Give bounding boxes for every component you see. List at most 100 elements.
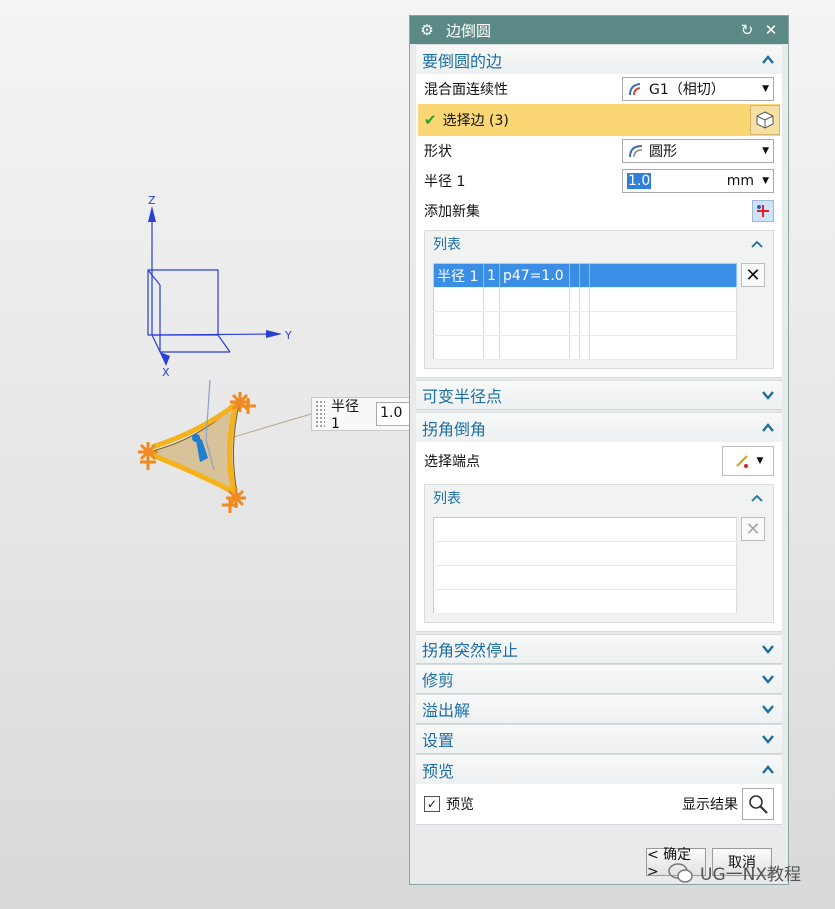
z-axis-label: Z — [148, 194, 156, 207]
add-new-set-button[interactable] — [752, 200, 774, 222]
section-corner-title: 拐角倒角 — [422, 419, 487, 439]
callout-label: 半径 1 — [330, 399, 359, 432]
select-edge-row[interactable]: ✔ 选择边 (3) — [418, 104, 780, 136]
preview-checkbox-label[interactable]: 预览 — [446, 794, 682, 814]
section-preview-header[interactable]: 预览 — [416, 754, 782, 784]
chevron-down-icon[interactable] — [760, 641, 776, 657]
table-row[interactable]: 半径 1 1 p47=1.0 — [433, 263, 737, 288]
edge-set-list-header[interactable]: 列表 — [425, 231, 773, 257]
section-variable-radius[interactable]: 可变半径点 — [416, 380, 782, 410]
preview-checkbox[interactable]: ✓ — [424, 796, 440, 812]
select-edge-label: 选择边 (3) — [442, 113, 509, 129]
chevron-down-icon[interactable] — [760, 387, 776, 403]
endpoint-pick-icon — [735, 455, 748, 468]
caret-down-icon: ▼ — [762, 146, 769, 156]
drag-grip-icon[interactable] — [315, 400, 325, 428]
select-endpoint-row: 选择端点 ▼ — [416, 442, 782, 480]
section-overflow-title: 溢出解 — [422, 701, 471, 720]
close-icon[interactable]: ✕ — [762, 21, 780, 39]
section-variable-title: 可变半径点 — [422, 387, 503, 406]
add-set-label: 添加新集 — [424, 204, 480, 220]
dialog-titlebar[interactable]: ⚙ 边倒圆 ↻ ✕ — [410, 16, 788, 44]
fillet-body — [146, 379, 241, 498]
z-axis-arrow — [148, 206, 156, 222]
callout-radius-input[interactable]: 1.0 — [376, 402, 410, 426]
close-icon: ✕ — [745, 518, 761, 540]
chevron-down-icon[interactable] — [760, 731, 776, 747]
list-title: 列表 — [433, 237, 461, 253]
table-row[interactable] — [433, 287, 737, 312]
close-icon: ✕ — [745, 264, 761, 286]
chevron-up-icon[interactable] — [760, 52, 776, 68]
chevron-up-icon[interactable] — [760, 420, 776, 436]
shape-dropdown[interactable]: 圆形 ▼ — [622, 139, 774, 163]
edge-set-list: 列表 半径 1 1 p47=1.0 ✕ — [424, 230, 774, 369]
caret-down-icon: ▼ — [762, 84, 769, 94]
delete-set-button[interactable]: ✕ — [741, 263, 765, 287]
cube-icon — [756, 111, 774, 129]
corner-table — [433, 517, 737, 614]
dialog-title: 边倒圆 — [446, 21, 492, 40]
continuity-row: 混合面连续性 G1（相切） ▼ — [416, 74, 782, 104]
radius-callout[interactable]: 半径 1 1.0 — [311, 397, 411, 432]
continuity-dropdown[interactable]: G1（相切） ▼ — [622, 77, 774, 101]
table-row[interactable] — [433, 565, 737, 590]
section-trim[interactable]: 修剪 — [416, 664, 782, 694]
section-trim-title: 修剪 — [422, 671, 455, 690]
chevron-down-icon[interactable] — [760, 701, 776, 717]
reset-icon[interactable]: ↻ — [738, 21, 756, 39]
caret-down-icon[interactable]: ▼ — [762, 176, 769, 186]
section-corner: 拐角倒角 选择端点 ▼ 列表 ✕ — [416, 412, 782, 632]
caret-down-icon: ▼ — [756, 456, 764, 466]
section-corner-header[interactable]: 拐角倒角 — [416, 412, 782, 442]
table-row[interactable] — [433, 541, 737, 566]
x-axis-arrow — [160, 352, 170, 366]
x-axis-label: X — [162, 366, 170, 379]
checkmark-icon: ✔ — [424, 111, 437, 129]
list-title: 列表 — [433, 491, 461, 507]
tangent-continuity-icon — [629, 83, 641, 96]
section-stop-short-title: 拐角突然停止 — [422, 641, 519, 660]
radius-row: 半径 1 1.0 mm ▼ — [416, 166, 782, 196]
corner-list-header[interactable]: 列表 — [425, 485, 773, 511]
continuity-value: G1（相切） — [649, 82, 725, 98]
table-row[interactable] — [433, 335, 737, 360]
section-stop-short[interactable]: 拐角突然停止 — [416, 634, 782, 664]
preview-row: ✓ 预览 显示结果 — [416, 784, 782, 824]
select-endpoint-label: 选择端点 — [424, 454, 480, 470]
chevron-down-icon[interactable] — [760, 671, 776, 687]
radius-label: 半径 1 — [424, 174, 466, 190]
section-overflow[interactable]: 溢出解 — [416, 694, 782, 724]
show-result-label: 显示结果 — [682, 797, 738, 813]
section-edges-header[interactable]: 要倒圆的边 — [416, 44, 782, 74]
radius-unit[interactable]: mm — [727, 173, 754, 189]
watermark-text: UG一NX教程 — [700, 865, 801, 885]
table-row[interactable] — [433, 311, 737, 336]
radius-value[interactable]: 1.0 — [627, 173, 652, 189]
viewport-canvas: Z Y X — [138, 194, 312, 513]
chevron-up-icon[interactable] — [760, 762, 776, 778]
corner-list: 列表 ✕ — [424, 484, 774, 623]
table-row[interactable] — [433, 517, 737, 542]
section-settings-title: 设置 — [422, 731, 455, 750]
table-row[interactable] — [433, 589, 737, 614]
shape-row: 形状 圆形 ▼ — [416, 136, 782, 166]
continuity-label: 混合面连续性 — [424, 82, 508, 98]
section-settings[interactable]: 设置 — [416, 724, 782, 754]
circular-shape-icon — [629, 145, 643, 158]
add-set-icon — [757, 205, 769, 217]
select-endpoint-button[interactable]: ▼ — [722, 446, 774, 476]
radius-input[interactable]: 1.0 mm ▼ — [622, 169, 774, 193]
graphics-viewport[interactable]: Z Y X 半径 1 1.0 — [0, 0, 411, 909]
chevron-up-icon[interactable] — [749, 236, 765, 252]
datum-csys — [147, 210, 279, 363]
y-axis-arrow — [266, 330, 282, 338]
edge-selection-filter-button[interactable] — [750, 105, 780, 135]
chevron-up-icon[interactable] — [749, 490, 765, 506]
section-edges-title: 要倒圆的边 — [422, 51, 503, 71]
section-edges: 要倒圆的边 混合面连续性 G1（相切） ▼ ✔ 选择边 (3) 形状 圆形 ▼ — [416, 44, 782, 378]
gear-icon[interactable]: ⚙ — [418, 21, 436, 39]
show-result-button[interactable] — [742, 788, 774, 820]
edge-blend-dialog: ⚙ 边倒圆 ↻ ✕ 要倒圆的边 混合面连续性 G1（相切） ▼ ✔ 选择边 (3… — [409, 15, 789, 885]
delete-corner-button[interactable]: ✕ — [741, 517, 765, 541]
